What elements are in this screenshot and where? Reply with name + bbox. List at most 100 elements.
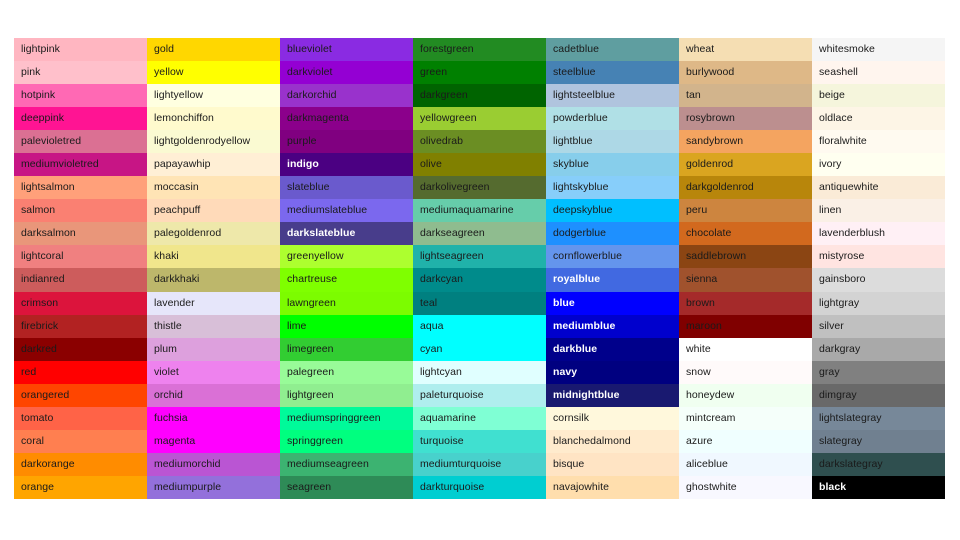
color-swatch-mistyrose: mistyrose [812, 245, 945, 269]
color-swatch-label: cadetblue [553, 43, 599, 56]
color-swatch-label: slategray [819, 434, 863, 447]
color-swatch-label: springgreen [287, 434, 344, 447]
color-swatch-lightcoral: lightcoral [14, 245, 147, 269]
color-swatch-darkgoldenrod: darkgoldenrod [679, 176, 812, 200]
color-swatch-label: lightsteelblue [553, 89, 615, 102]
color-swatch-moccasin: moccasin [147, 176, 280, 200]
color-swatch-label: lemonchiffon [154, 112, 214, 125]
color-swatch-label: midnightblue [553, 388, 620, 401]
color-swatch-pink: pink [14, 61, 147, 85]
color-swatch-label: aquamarine [420, 411, 476, 424]
color-swatch-label: lightblue [553, 135, 593, 148]
color-swatch-cornsilk: cornsilk [546, 406, 679, 430]
color-swatch-lightslategray: lightslategray [812, 406, 945, 430]
color-swatch-label: forestgreen [420, 43, 474, 56]
color-swatch-label: deeppink [21, 112, 65, 125]
color-swatch-label: lightyellow [154, 89, 203, 102]
color-swatch-grid: lightpink gold blueviolet forestgreen cadetb… [14, 38, 945, 499]
color-swatch-label: beige [819, 89, 845, 102]
color-swatch-yellowgreen: yellowgreen [413, 107, 546, 131]
color-swatch-label: black [819, 480, 847, 493]
color-swatch-ivory: ivory [812, 153, 945, 177]
color-swatch-label: sandybrown [686, 135, 744, 148]
color-swatch-peachpuff: peachpuff [147, 199, 280, 223]
color-swatch-slategray: slategray [812, 429, 945, 453]
color-swatch-coral: coral [14, 429, 147, 453]
color-swatch-chartreuse: chartreuse [280, 268, 413, 292]
color-swatch-label: cyan [420, 342, 443, 355]
color-swatch-label: palegreen [287, 365, 335, 378]
color-swatch-steelblue: steelblue [546, 61, 679, 85]
color-swatch-aqua: aqua [413, 314, 546, 338]
color-swatch-label: mediumseagreen [287, 457, 369, 470]
color-swatch-indigo: indigo [280, 153, 413, 177]
color-swatch-label: darkgray [819, 342, 861, 355]
color-swatch-antiquewhite: antiquewhite [812, 176, 945, 200]
color-swatch-label: dodgerblue [553, 227, 607, 240]
color-swatch-label: silver [819, 319, 844, 332]
color-swatch-label: darkblue [553, 342, 598, 355]
color-swatch-label: cornflowerblue [553, 250, 622, 263]
color-swatch-darkseagreen: darkseagreen [413, 222, 546, 246]
color-swatch-label: pink [21, 66, 41, 79]
color-swatch-forestgreen: forestgreen [413, 38, 546, 62]
color-swatch-label: darkmagenta [287, 112, 349, 125]
color-swatch-label: green [420, 66, 448, 79]
color-swatch-label: red [21, 365, 37, 378]
color-swatch-label: white [686, 342, 711, 355]
color-swatch-label: darkviolet [287, 66, 333, 79]
color-swatch-darkmagenta: darkmagenta [280, 107, 413, 131]
color-swatch-label: aqua [420, 319, 444, 332]
color-swatch-lightseagreen: lightseagreen [413, 245, 546, 269]
color-swatch-label: skyblue [553, 158, 589, 171]
color-swatch-dodgerblue: dodgerblue [546, 222, 679, 246]
color-swatch-orangered: orangered [14, 383, 147, 407]
color-swatch-blueviolet: blueviolet [280, 38, 413, 62]
color-swatch-label: lightcyan [420, 365, 462, 378]
color-swatch-label: lime [287, 319, 307, 332]
color-swatch-label: azure [686, 434, 713, 447]
color-swatch-orchid: orchid [147, 383, 280, 407]
color-swatch-label: yellowgreen [420, 112, 477, 125]
color-swatch-mintcream: mintcream [679, 406, 812, 430]
color-swatch-label: palegoldenrod [154, 227, 222, 240]
color-swatch-salmon: salmon [14, 199, 147, 223]
color-swatch-seashell: seashell [812, 61, 945, 85]
color-swatch-darkcyan: darkcyan [413, 268, 546, 292]
color-swatch-label: mediumvioletred [21, 158, 99, 171]
color-swatch-deepskyblue: deepskyblue [546, 199, 679, 223]
color-swatch-mediumorchid: mediumorchid [147, 452, 280, 476]
color-swatch-label: teal [420, 296, 438, 309]
color-swatch-red: red [14, 360, 147, 384]
color-swatch-cadetblue: cadetblue [546, 38, 679, 62]
color-swatch-mediumspringgreen: mediumspringgreen [280, 406, 413, 430]
color-swatch-fuchsia: fuchsia [147, 406, 280, 430]
color-swatch-label: khaki [154, 250, 179, 263]
color-swatch-label: darkseagreen [420, 227, 485, 240]
color-swatch-label: lightsalmon [21, 181, 75, 194]
color-swatch-tan: tan [679, 84, 812, 108]
color-swatch-mediumvioletred: mediumvioletred [14, 153, 147, 177]
color-swatch-label: linen [819, 204, 842, 217]
color-swatch-label: mintcream [686, 411, 736, 424]
color-swatch-label: lightseagreen [420, 250, 484, 263]
color-swatch-palegreen: palegreen [280, 360, 413, 384]
color-swatch-plum: plum [147, 337, 280, 361]
color-swatch-skyblue: skyblue [546, 153, 679, 177]
color-swatch-label: honeydew [686, 388, 735, 401]
color-swatch-label: magenta [154, 434, 196, 447]
color-swatch-darkred: darkred [14, 337, 147, 361]
color-swatch-blanchedalmond: blanchedalmond [546, 429, 679, 453]
color-swatch-darkorchid: darkorchid [280, 84, 413, 108]
color-swatch-label: greenyellow [287, 250, 344, 263]
color-swatch-label: purple [287, 135, 317, 148]
color-swatch-label: darkturquoise [420, 480, 485, 493]
color-swatch-midnightblue: midnightblue [546, 383, 679, 407]
color-swatch-label: aliceblue [686, 457, 728, 470]
color-swatch-deeppink: deeppink [14, 107, 147, 131]
color-swatch-lavenderblush: lavenderblush [812, 222, 945, 246]
color-swatch-darkgreen: darkgreen [413, 84, 546, 108]
color-swatch-label: ghostwhite [686, 480, 737, 493]
color-swatch-label: wheat [686, 43, 715, 56]
color-swatch-silver: silver [812, 314, 945, 338]
